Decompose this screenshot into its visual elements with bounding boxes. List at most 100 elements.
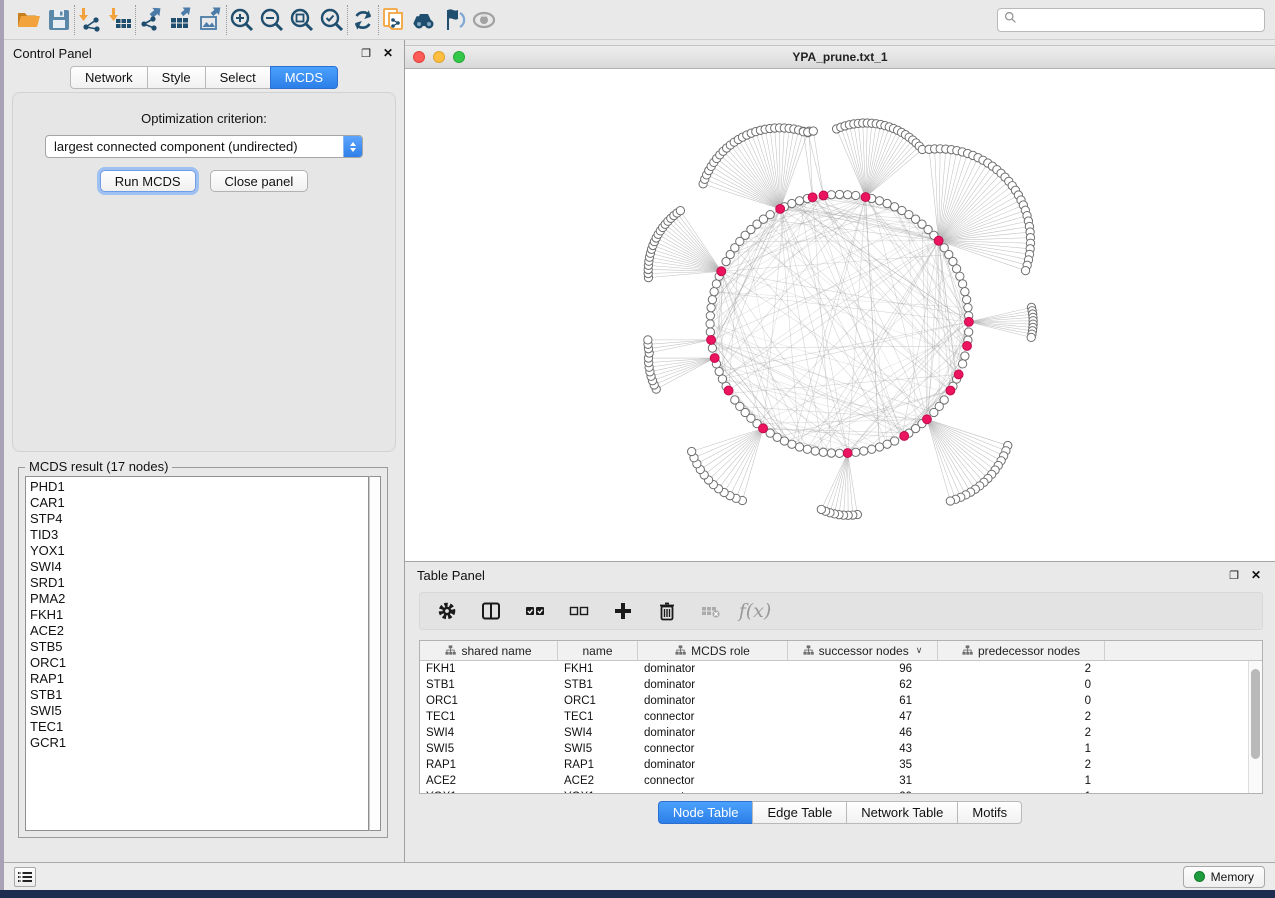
- task-menu-button[interactable]: [14, 867, 36, 887]
- list-item[interactable]: SRD1: [30, 575, 368, 591]
- mcds-hub-node[interactable]: [819, 191, 828, 200]
- zoom-fit-icon[interactable]: [287, 5, 317, 35]
- trash-icon[interactable]: [656, 600, 678, 622]
- list-item[interactable]: ORC1: [30, 655, 368, 671]
- ring-node[interactable]: [958, 360, 966, 368]
- tab-node-table[interactable]: Node Table: [658, 801, 754, 824]
- ring-node[interactable]: [852, 448, 860, 456]
- leaf-node[interactable]: [1027, 333, 1035, 341]
- leaf-node[interactable]: [1021, 266, 1029, 274]
- search-input[interactable]: [1021, 13, 1258, 27]
- list-item[interactable]: ACE2: [30, 623, 368, 639]
- import-network-icon[interactable]: [75, 5, 105, 35]
- zoom-selected-icon[interactable]: [317, 5, 347, 35]
- ring-node[interactable]: [883, 440, 891, 448]
- mcds-hub-node[interactable]: [963, 341, 972, 350]
- tab-network-table[interactable]: Network Table: [846, 801, 958, 824]
- close-panel-icon[interactable]: ✕: [381, 46, 395, 60]
- table-row[interactable]: SWI5SWI5connector431: [420, 741, 1262, 757]
- ring-node[interactable]: [835, 190, 843, 198]
- ring-node[interactable]: [708, 344, 716, 352]
- import-table-icon[interactable]: [105, 5, 135, 35]
- ring-node[interactable]: [956, 272, 964, 280]
- ring-node[interactable]: [965, 328, 973, 336]
- list-item[interactable]: PMA2: [30, 591, 368, 607]
- ring-node[interactable]: [930, 408, 938, 416]
- ring-node[interactable]: [707, 304, 715, 312]
- ring-node[interactable]: [958, 280, 966, 288]
- mcds-hub-node[interactable]: [724, 386, 733, 395]
- list-item[interactable]: PHD1: [30, 479, 368, 495]
- ring-node[interactable]: [715, 367, 723, 375]
- column-header-name[interactable]: name: [558, 641, 638, 660]
- mcds-hub-node[interactable]: [934, 236, 943, 245]
- export-image-icon[interactable]: [196, 5, 226, 35]
- add-icon[interactable]: [612, 600, 634, 622]
- list-item[interactable]: FKH1: [30, 607, 368, 623]
- ring-node[interactable]: [827, 449, 835, 457]
- search-network-icon[interactable]: [409, 5, 439, 35]
- ring-node[interactable]: [835, 449, 843, 457]
- memory-button[interactable]: Memory: [1183, 866, 1265, 888]
- column-header-shared-name[interactable]: shared name: [420, 641, 558, 660]
- mcds-hub-node[interactable]: [861, 193, 870, 202]
- open-folder-icon[interactable]: [14, 5, 44, 35]
- leaf-node[interactable]: [817, 505, 825, 513]
- tab-network[interactable]: Network: [70, 66, 148, 89]
- mcds-hub-node[interactable]: [843, 449, 852, 458]
- list-scrollbar[interactable]: [369, 476, 381, 831]
- mcds-hub-node[interactable]: [759, 424, 768, 433]
- mcds-result-list[interactable]: PHD1CAR1STP4TID3YOX1SWI4SRD1PMA2FKH1ACE2…: [25, 476, 369, 831]
- ring-node[interactable]: [843, 191, 851, 199]
- ring-node[interactable]: [961, 352, 969, 360]
- leaf-node[interactable]: [676, 206, 684, 214]
- list-item[interactable]: YOX1: [30, 543, 368, 559]
- ring-node[interactable]: [708, 295, 716, 303]
- list-item[interactable]: STB1: [30, 687, 368, 703]
- ring-node[interactable]: [961, 288, 969, 296]
- tab-motifs[interactable]: Motifs: [957, 801, 1022, 824]
- optimization-dropdown[interactable]: largest connected component (undirected): [45, 135, 363, 158]
- float-panel-icon[interactable]: ❐: [359, 46, 373, 60]
- mcds-hub-node[interactable]: [900, 432, 909, 441]
- save-icon[interactable]: [44, 5, 74, 35]
- mcds-hub-node[interactable]: [717, 267, 726, 276]
- table-row[interactable]: TEC1TEC1connector472: [420, 709, 1262, 725]
- column-header-successor-nodes[interactable]: successor nodes∨: [788, 641, 938, 660]
- network-window-titlebar[interactable]: YPA_prune.txt_1: [405, 45, 1275, 69]
- deselect-all-icon[interactable]: [568, 600, 590, 622]
- ring-node[interactable]: [819, 448, 827, 456]
- float-table-panel-icon[interactable]: ❐: [1227, 568, 1241, 582]
- refresh-icon[interactable]: [348, 5, 378, 35]
- table-row[interactable]: YOX1YOX1connector291: [420, 789, 1262, 794]
- run-mcds-button[interactable]: Run MCDS: [100, 170, 196, 192]
- close-table-panel-icon[interactable]: ✕: [1249, 568, 1263, 582]
- select-all-icon[interactable]: [524, 600, 546, 622]
- ring-node[interactable]: [706, 312, 714, 320]
- table-row[interactable]: SWI4SWI4dominator462: [420, 725, 1262, 741]
- list-item[interactable]: SWI4: [30, 559, 368, 575]
- table-row[interactable]: RAP1RAP1dominator352: [420, 757, 1262, 773]
- zoom-out-icon[interactable]: [257, 5, 287, 35]
- ring-node[interactable]: [860, 447, 868, 455]
- table-row[interactable]: ACE2ACE2connector311: [420, 773, 1262, 789]
- table-row[interactable]: FKH1FKH1dominator962: [420, 661, 1262, 677]
- ring-node[interactable]: [964, 304, 972, 312]
- ring-node[interactable]: [962, 295, 970, 303]
- list-item[interactable]: CAR1: [30, 495, 368, 511]
- list-item[interactable]: GCR1: [30, 735, 368, 751]
- zoom-in-icon[interactable]: [227, 5, 257, 35]
- columns-icon[interactable]: [480, 600, 502, 622]
- mcds-hub-node[interactable]: [954, 370, 963, 379]
- tab-mcds[interactable]: MCDS: [270, 66, 338, 89]
- leaf-node[interactable]: [688, 447, 696, 455]
- table-row[interactable]: STB1STB1dominator620: [420, 677, 1262, 693]
- ring-node[interactable]: [852, 191, 860, 199]
- list-item[interactable]: TID3: [30, 527, 368, 543]
- mcds-hub-node[interactable]: [922, 415, 931, 424]
- ring-node[interactable]: [788, 199, 796, 207]
- export-table-icon[interactable]: [166, 5, 196, 35]
- export-network-icon[interactable]: [136, 5, 166, 35]
- list-item[interactable]: STB5: [30, 639, 368, 655]
- network-canvas[interactable]: [405, 69, 1275, 561]
